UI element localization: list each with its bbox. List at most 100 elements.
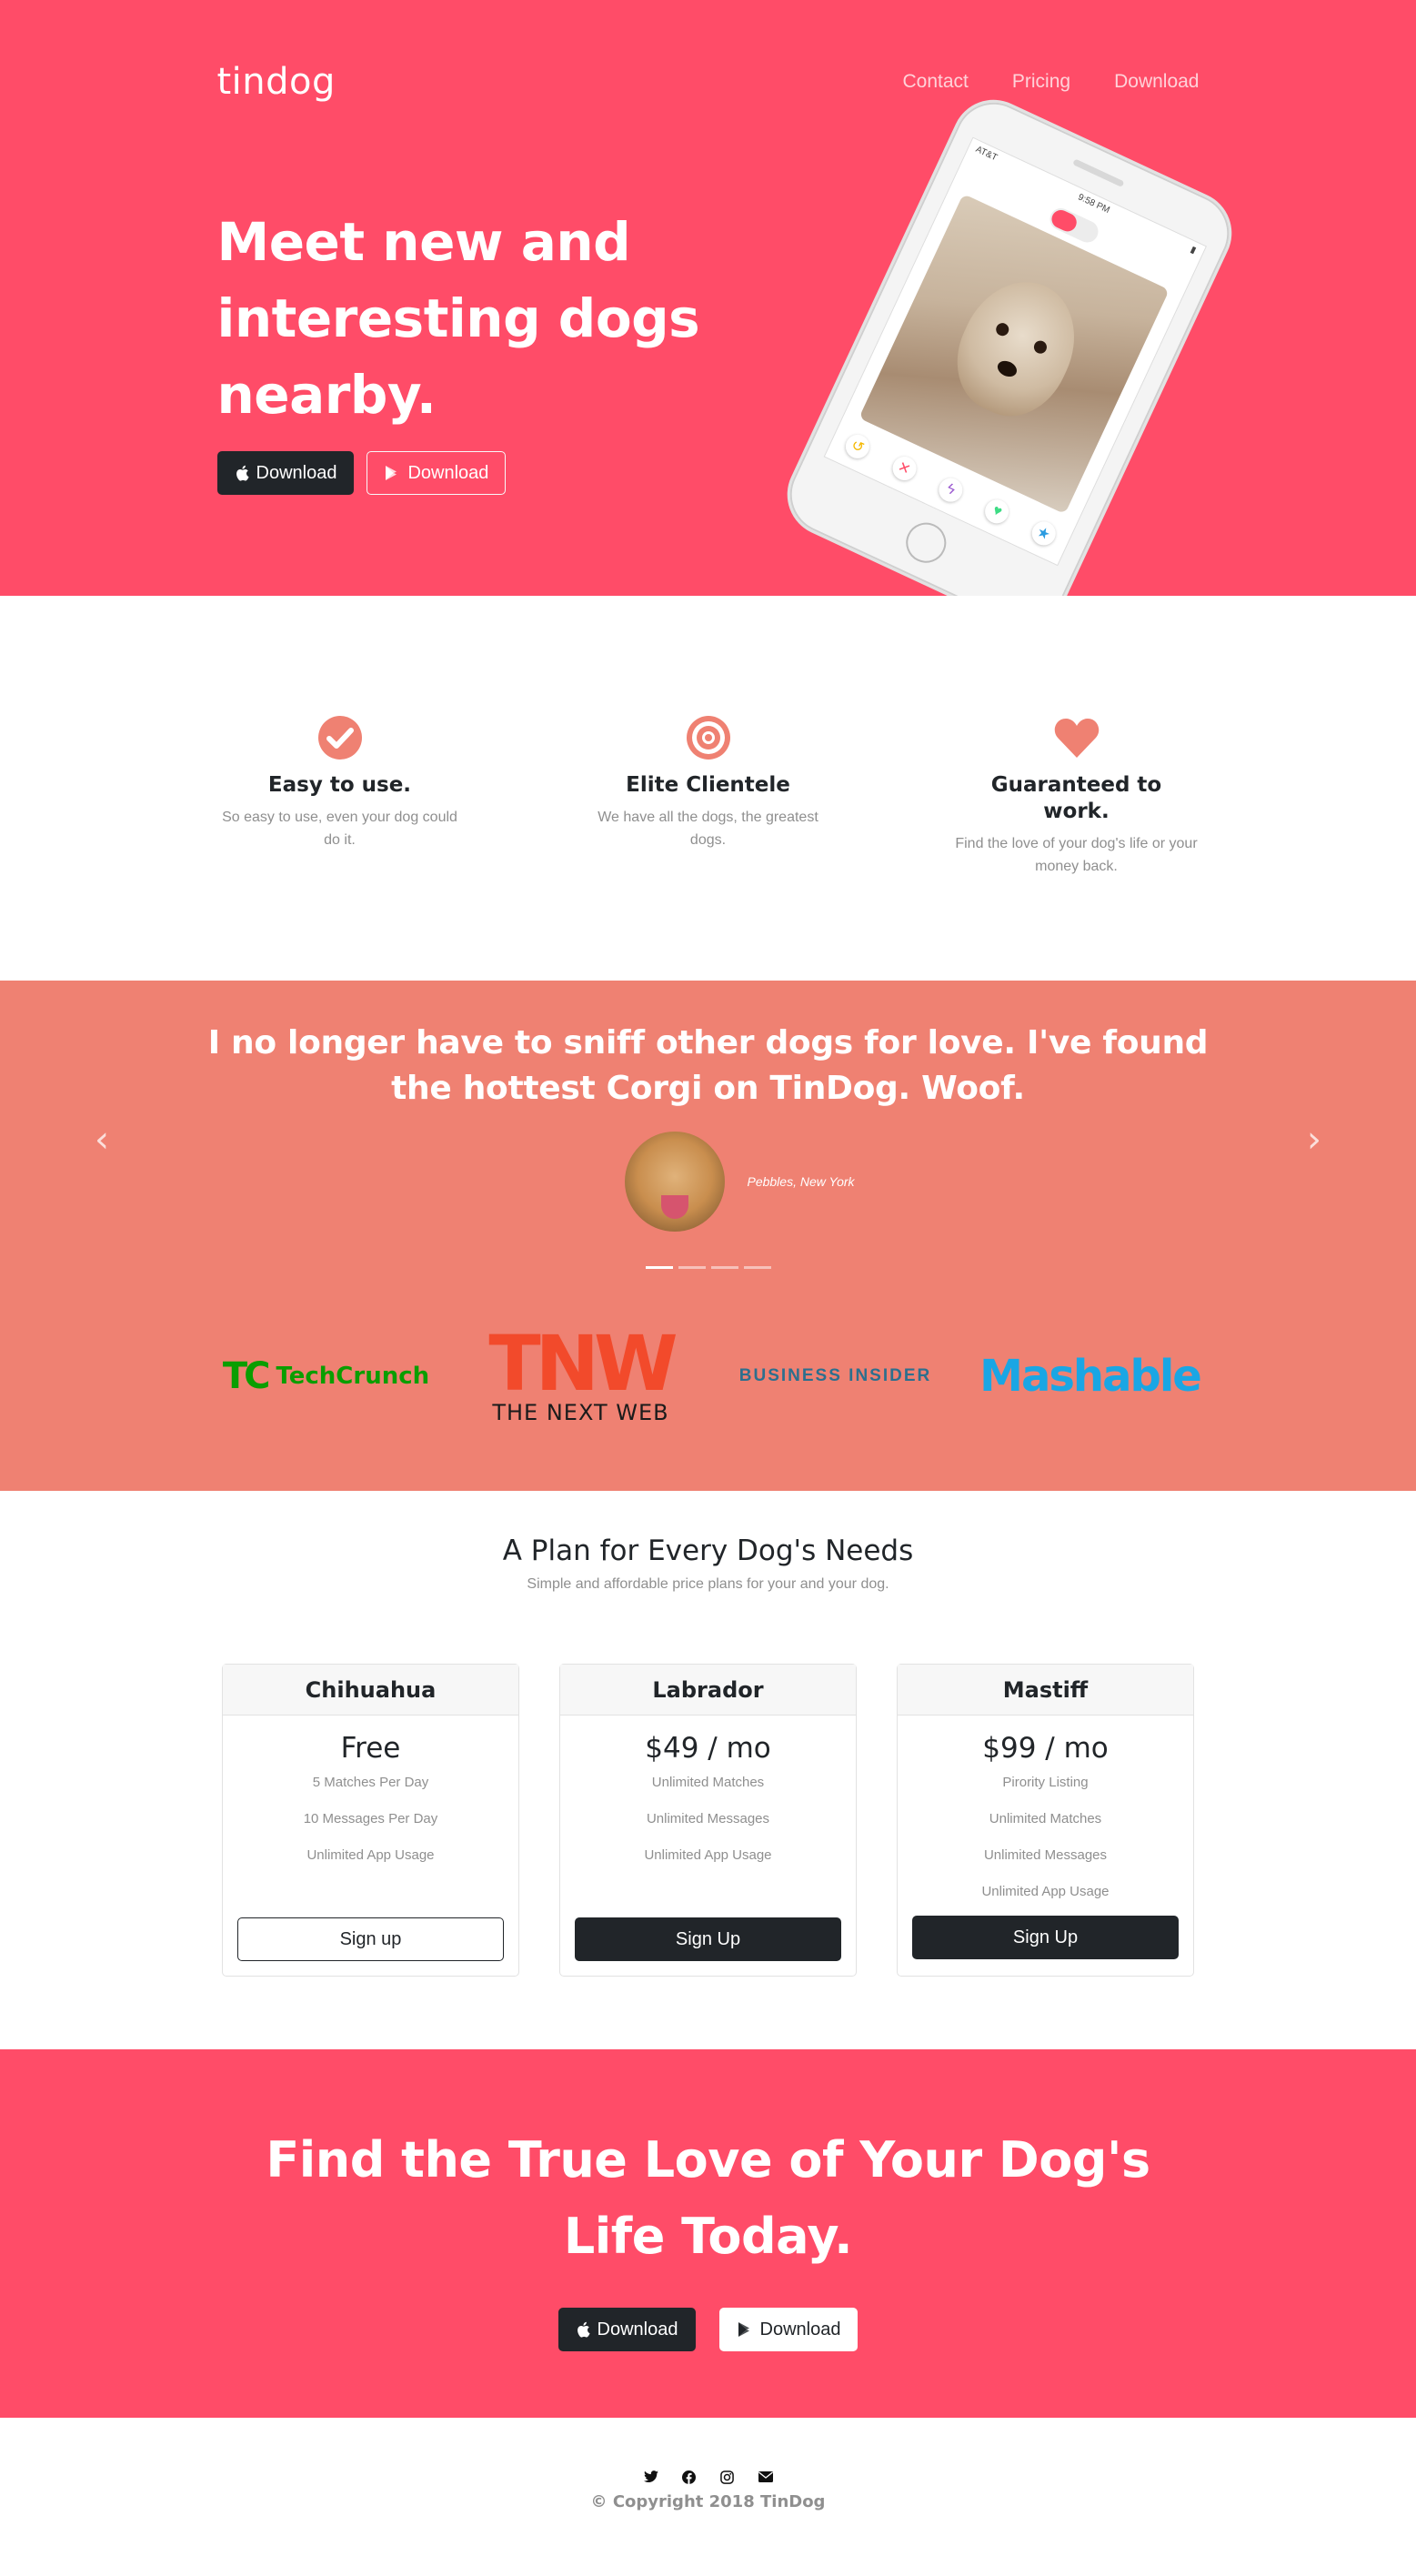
hero-section: tindog Contact Pricing Download Meet new… bbox=[0, 0, 1416, 596]
carousel-next-arrow[interactable]: › bbox=[1307, 1122, 1321, 1158]
mashable-logo: Mashable bbox=[979, 1326, 1202, 1426]
phone-speaker bbox=[1072, 158, 1125, 188]
star-icon: ★ bbox=[1028, 518, 1059, 549]
techcrunch-logo: TC TechCrunch bbox=[217, 1326, 436, 1426]
plan-feature: Unlimited App Usage bbox=[306, 1847, 435, 1863]
card-body: $49 / mo Unlimited Matches Unlimited Mes… bbox=[560, 1716, 856, 1976]
carousel-indicators bbox=[0, 1266, 1416, 1269]
pricing-subheading: Simple and affordable price plans for yo… bbox=[527, 1576, 889, 1592]
pricing-card-labrador: Labrador $49 / mo Unlimited Matches Unli… bbox=[559, 1664, 857, 1977]
feature-easy: Easy to use. So easy to use, even your d… bbox=[204, 714, 477, 878]
cta-google-play-download-button[interactable]: Download bbox=[718, 2308, 859, 2351]
nav-links: Contact Pricing Download bbox=[903, 71, 1200, 93]
plan-price: $49 / mo bbox=[645, 1732, 771, 1765]
heart-icon bbox=[1054, 719, 1099, 758]
techcrunch-text: TechCrunch bbox=[276, 1363, 430, 1390]
cta-section: Find the True Love of Your Dog's Life To… bbox=[0, 2049, 1416, 2418]
apple-download-button[interactable]: Download bbox=[216, 451, 355, 495]
plan-name: Mastiff bbox=[898, 1665, 1193, 1716]
business-insider-text: BUSINESS INSIDER bbox=[738, 1366, 932, 1385]
google-play-download-button[interactable]: Download bbox=[367, 451, 507, 495]
plan-name: Chihuahua bbox=[223, 1665, 518, 1716]
carousel-indicator-4[interactable] bbox=[743, 1266, 771, 1269]
feature-text: So easy to use, even your dog could do i… bbox=[222, 810, 457, 848]
carousel-indicator-1[interactable] bbox=[645, 1266, 673, 1269]
phone-carrier: AT&T bbox=[974, 144, 999, 164]
mashable-text: Mashable bbox=[979, 1351, 1202, 1402]
plan-name: Labrador bbox=[560, 1665, 856, 1716]
testimonial-quote: I no longer have to sniff other dogs for… bbox=[207, 1024, 1209, 1107]
close-icon: ✕ bbox=[888, 452, 920, 485]
plan-feature: 5 Matches Per Day bbox=[312, 1775, 429, 1790]
cta-buttons: Download Download bbox=[0, 2308, 1416, 2351]
hero-heading: Meet new and interesting dogs nearby. bbox=[216, 211, 700, 426]
nav-link-contact[interactable]: Contact bbox=[903, 71, 969, 93]
card-body: $99 / mo Pirority Listing Unlimited Matc… bbox=[898, 1716, 1193, 1976]
feature-title: Guaranteed to work. bbox=[990, 773, 1162, 823]
testimonials-section: I no longer have to sniff other dogs for… bbox=[0, 981, 1416, 1298]
tnw-text: THE NEXT WEB bbox=[492, 1400, 669, 1425]
copyright: © Copyright 2018 TinDog bbox=[590, 2492, 826, 2511]
techcrunch-mark: TC bbox=[222, 1355, 271, 1397]
plan-price: $99 / mo bbox=[982, 1732, 1109, 1765]
features-section: Easy to use. So easy to use, even your d… bbox=[0, 596, 1416, 981]
tnw-mark: TNW bbox=[488, 1319, 678, 1408]
feature-elite: Elite Clientele We have all the dogs, th… bbox=[572, 714, 845, 878]
carousel-prev-arrow[interactable]: ‹ bbox=[95, 1122, 109, 1158]
carousel-indicator-2[interactable] bbox=[678, 1266, 706, 1269]
feature-title: Easy to use. bbox=[267, 773, 412, 797]
social-links bbox=[0, 2469, 1416, 2485]
twitter-icon[interactable] bbox=[643, 2469, 659, 2485]
envelope-icon[interactable] bbox=[758, 2469, 774, 2485]
cta-apple-download-button[interactable]: Download bbox=[557, 2308, 696, 2351]
plan-price: Free bbox=[340, 1732, 401, 1765]
apple-icon bbox=[577, 2321, 590, 2338]
footer: © Copyright 2018 TinDog bbox=[0, 2418, 1416, 2576]
pricing-card-chihuahua: Chihuahua Free 5 Matches Per Day 10 Mess… bbox=[222, 1664, 519, 1977]
nav-link-download[interactable]: Download bbox=[1114, 71, 1199, 93]
press-logos: TC TechCrunch TNW THE NEXT WEB BUSINESS … bbox=[217, 1319, 1202, 1426]
labrador-signup-button[interactable]: Sign Up bbox=[575, 1917, 841, 1961]
avatar bbox=[625, 1132, 726, 1232]
chihuahua-signup-button[interactable]: Sign up bbox=[237, 1917, 504, 1961]
pricing-section: A Plan for Every Dog's Needs Simple and … bbox=[0, 1491, 1416, 2049]
press-section: TC TechCrunch TNW THE NEXT WEB BUSINESS … bbox=[0, 1298, 1416, 1491]
plan-feature: Unlimited App Usage bbox=[644, 1847, 772, 1863]
carousel-indicator-3[interactable] bbox=[710, 1266, 738, 1269]
apple-icon bbox=[236, 465, 248, 481]
business-insider-logo: BUSINESS INSIDER bbox=[727, 1326, 945, 1426]
phone-home-button bbox=[899, 516, 953, 569]
brand-logo[interactable]: tindog bbox=[217, 61, 336, 103]
tnw-logo: TNW THE NEXT WEB bbox=[472, 1319, 690, 1426]
pricing-heading: A Plan for Every Dog's Needs bbox=[502, 1535, 914, 1567]
google-play-icon bbox=[738, 2322, 749, 2337]
heart-icon: ♥ bbox=[981, 496, 1013, 528]
testimonial-author: Pebbles, New York bbox=[747, 1174, 855, 1189]
feature-text: Find the love of your dog's life or your… bbox=[955, 836, 1198, 874]
facebook-icon[interactable] bbox=[681, 2469, 698, 2485]
plan-feature: Unlimited Messages bbox=[983, 1847, 1108, 1863]
bolt-icon: ϟ bbox=[935, 474, 967, 506]
pricing-card-mastiff: Mastiff $99 / mo Pirority Listing Unlimi… bbox=[897, 1664, 1194, 1977]
google-play-icon bbox=[386, 466, 397, 480]
plan-feature: Pirority Listing bbox=[1002, 1775, 1089, 1790]
nav-link-pricing[interactable]: Pricing bbox=[1012, 71, 1070, 93]
testimonial-person: Pebbles, New York bbox=[0, 1132, 1416, 1232]
feature-title: Elite Clientele bbox=[626, 773, 790, 797]
instagram-icon[interactable] bbox=[719, 2469, 736, 2485]
cta-google-play-download-label: Download bbox=[759, 2319, 841, 2340]
dog-face bbox=[938, 263, 1095, 434]
rewind-icon: ↺ bbox=[841, 430, 874, 463]
plan-feature: Unlimited Matches bbox=[651, 1775, 765, 1790]
cta-apple-download-label: Download bbox=[597, 2319, 678, 2340]
check-circle-icon bbox=[317, 716, 362, 760]
mastiff-signup-button[interactable]: Sign Up bbox=[912, 1916, 1179, 1959]
plan-feature: 10 Messages Per Day bbox=[303, 1811, 438, 1826]
bullseye-icon bbox=[686, 716, 730, 760]
plan-feature: Unlimited App Usage bbox=[981, 1884, 1110, 1899]
plan-feature: Unlimited Matches bbox=[989, 1811, 1102, 1826]
card-body: Free 5 Matches Per Day 10 Messages Per D… bbox=[223, 1716, 518, 1976]
pricing-cards: Chihuahua Free 5 Matches Per Day 10 Mess… bbox=[222, 1664, 1194, 1977]
feature-guaranteed: Guaranteed to work. Find the love of you… bbox=[940, 714, 1213, 878]
google-play-download-label: Download bbox=[407, 462, 489, 483]
